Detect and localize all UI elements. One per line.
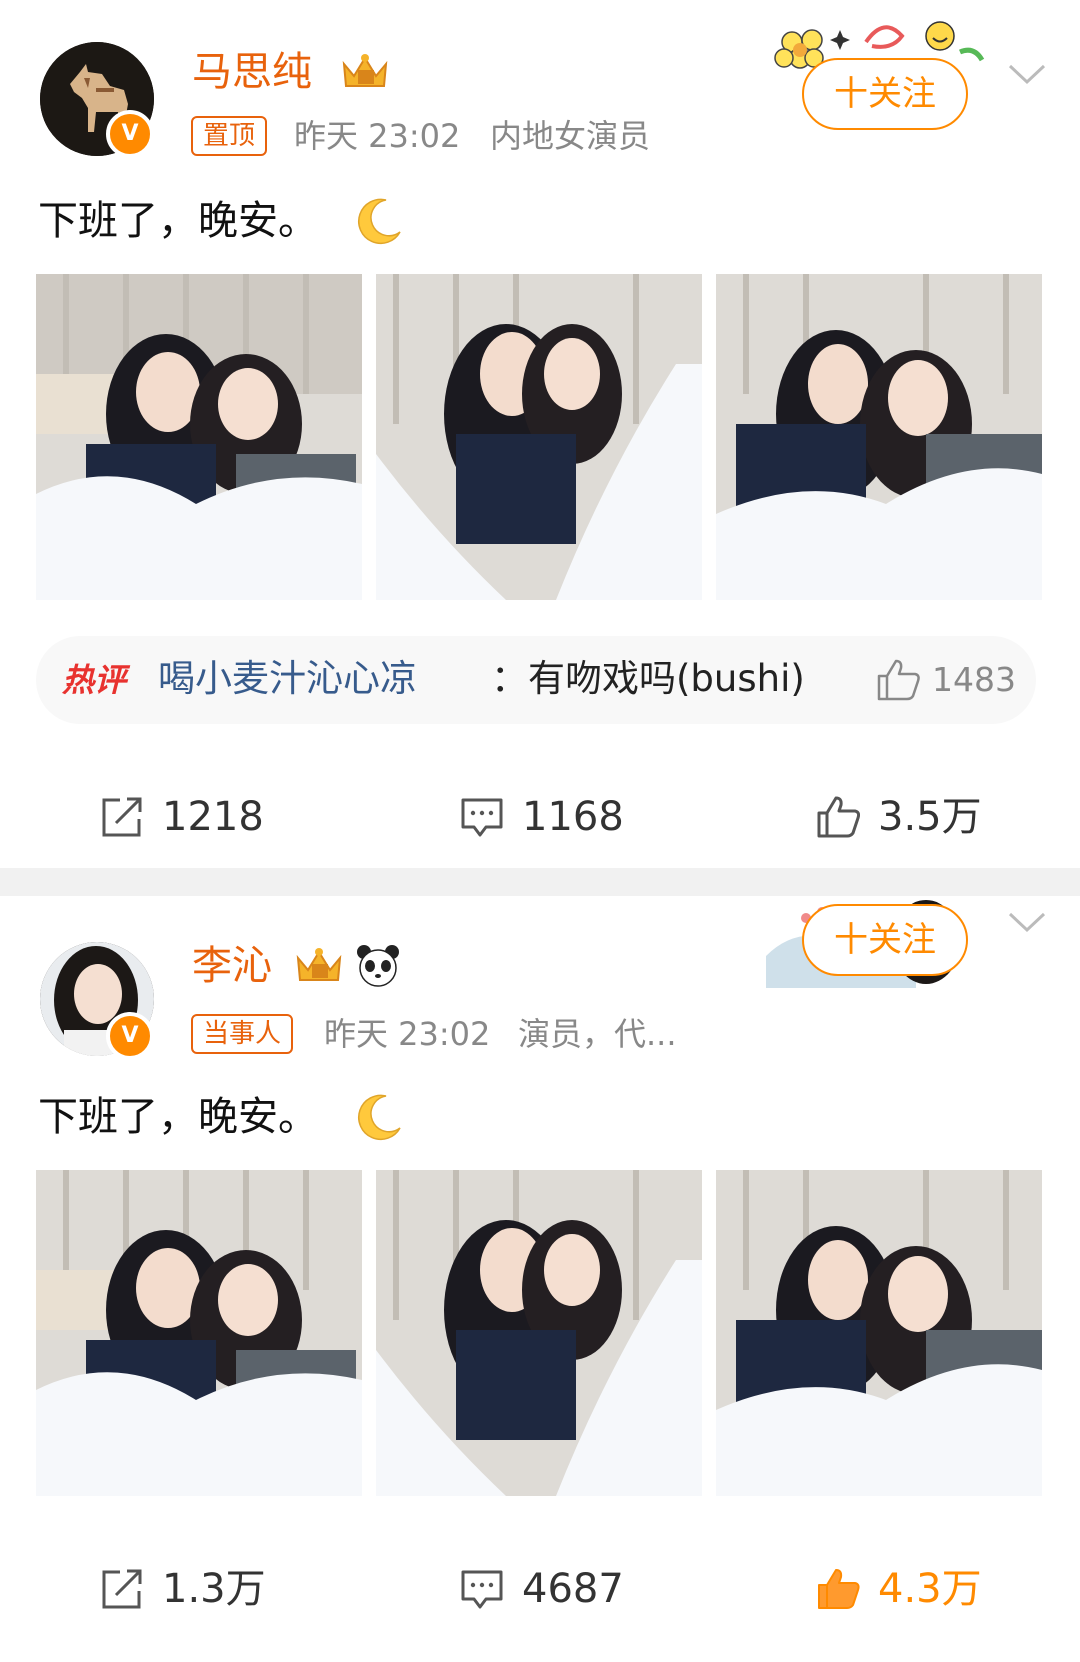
comment-count: 4687 xyxy=(522,1566,624,1612)
hot-comment-text: ：有吻戏吗(bushi) xyxy=(491,657,805,700)
post-image-1[interactable] xyxy=(36,1170,362,1496)
hot-comment[interactable]: 热评 喝小麦汁沁心凉 ：有吻戏吗(bushi) 1483 xyxy=(36,636,1036,724)
weibo-post-1: V 马思纯 置顶 昨天 23:02 内地女演员 十关注 下班了，晚安。 热评 喝… xyxy=(0,0,1080,868)
like-icon xyxy=(818,1569,860,1609)
verified-v-icon: V xyxy=(106,1012,154,1060)
crown-badge-icon xyxy=(296,948,342,981)
post-image-2[interactable] xyxy=(376,1170,702,1496)
panda-icon xyxy=(357,945,399,987)
user-description: 演员，代... xyxy=(518,1015,677,1053)
post-time: 昨天 23:02 xyxy=(294,117,461,155)
repost-icon xyxy=(102,797,142,837)
like-icon xyxy=(817,796,860,838)
repost-count: 1218 xyxy=(162,794,264,840)
pinned-tag: 置顶 xyxy=(191,116,268,156)
like-count: 3.5万 xyxy=(878,794,982,840)
moon-emoji-icon xyxy=(358,198,401,245)
post-time: 昨天 23:02 xyxy=(324,1015,491,1053)
post-text: 下班了，晚安。 xyxy=(38,198,318,244)
chevron-down-icon[interactable] xyxy=(1006,60,1048,90)
follow-button[interactable]: 十关注 xyxy=(802,58,968,130)
hot-comment-like-count: 1483 xyxy=(932,660,1016,699)
comment-icon xyxy=(461,1570,503,1609)
party-tag: 当事人 xyxy=(191,1014,294,1054)
chevron-down-icon[interactable] xyxy=(1006,908,1048,938)
follow-button[interactable]: 十关注 xyxy=(802,904,968,976)
comment-icon xyxy=(461,798,503,837)
post-image-3[interactable] xyxy=(716,1170,1042,1496)
post-image-3[interactable] xyxy=(716,274,1042,600)
post-image-1[interactable] xyxy=(36,274,362,600)
username[interactable]: 马思纯 xyxy=(192,48,312,96)
post-text: 下班了，晚安。 xyxy=(38,1094,318,1140)
like-count: 4.3万 xyxy=(878,1566,982,1612)
weibo-post-2: V 李沁 当事人 昨天 23:02 演员，代... 十关注 下班了，晚安。 1.… xyxy=(0,896,1080,1662)
username[interactable]: 李沁 xyxy=(192,942,272,990)
hot-comment-user[interactable]: 喝小麦汁沁心凉 xyxy=(158,656,417,702)
comment-count: 1168 xyxy=(522,794,624,840)
user-description: 内地女演员 xyxy=(490,117,651,155)
verified-v-icon: V xyxy=(106,110,154,158)
repost-count: 1.3万 xyxy=(162,1566,266,1612)
repost-icon xyxy=(102,1569,142,1609)
crown-badge-icon xyxy=(342,54,388,87)
post-divider xyxy=(0,868,1080,896)
hot-comment-label: 热评 xyxy=(62,661,127,699)
post-image-2[interactable] xyxy=(376,274,702,600)
moon-emoji-icon xyxy=(358,1094,401,1141)
like-icon[interactable] xyxy=(876,658,922,702)
